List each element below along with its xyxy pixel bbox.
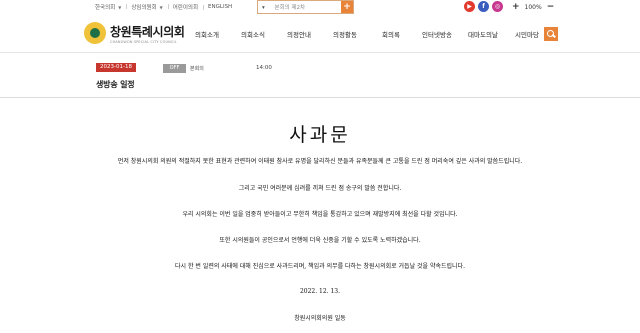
util-link-english[interactable]: ENGLISH bbox=[203, 4, 237, 10]
util-link-korea-council[interactable]: 한국의회 ▼ bbox=[90, 3, 126, 12]
util-link-standing-committee[interactable]: 상임의원회 ▼ bbox=[126, 3, 167, 11]
search-box: ▾ 본회의 제2차 + bbox=[257, 0, 354, 14]
apology-paragraph: 먼저 창원시의회 의원의 적절하지 못한 표현과 관련하여 이태원 참사로 유명… bbox=[117, 158, 523, 165]
util-link-label: 한국의회 bbox=[95, 5, 116, 11]
live-status-badge: OFF bbox=[163, 64, 186, 73]
search-placeholder: 본회의 제2차 bbox=[274, 5, 306, 11]
util-link-label: ENGLISH bbox=[208, 4, 233, 10]
nav-item-broadcast[interactable]: 인터넷방송 bbox=[414, 29, 460, 39]
facebook-icon[interactable]: f bbox=[478, 1, 489, 12]
zoom-level: 100% bbox=[524, 3, 542, 11]
util-link-label: 상임의원회 bbox=[131, 5, 157, 11]
nav-item-tsushima-day[interactable]: 대마도의날 bbox=[460, 29, 506, 39]
utility-bar: 한국의회 ▼ 상임의원회 ▼ 어린이의회 ENGLISH ▾ 본회의 제2차 +… bbox=[0, 0, 640, 14]
nav-item-minutes[interactable]: 회의록 bbox=[368, 29, 414, 39]
util-link-label: 어린이의회 bbox=[172, 5, 199, 11]
nav-item-about[interactable]: 의회소개 bbox=[184, 29, 230, 39]
site-name: 창원특례시의회 bbox=[110, 24, 185, 39]
search-button[interactable]: + bbox=[341, 1, 353, 13]
nav-item-citizens[interactable]: 시민마당 bbox=[506, 29, 548, 39]
apology-paragraph: 우리 시의회는 이번 일을 엄중히 받아들이고 무한히 책임을 통감하고 있으며… bbox=[182, 211, 458, 218]
zoom-control: + 100% − bbox=[512, 2, 554, 12]
live-session-name[interactable]: 본회의 bbox=[190, 65, 204, 72]
live-title: 생방송 일정 bbox=[96, 80, 135, 89]
chevron-down-icon: ▼ bbox=[118, 4, 122, 10]
apology-paragraph: 다시 한 번 일련의 사태에 대해 진심으로 사과드리며, 책임과 의무를 다하… bbox=[175, 263, 465, 270]
apology-date: 2022. 12. 13. bbox=[299, 288, 341, 295]
live-broadcast-bar: 2023-01-18 생방송 일정 OFF 본회의 14:00 bbox=[0, 53, 640, 97]
apology-statement: 사과문 먼저 창원시의회 의원의 적절하지 못한 표현과 관련하여 이태원 참사… bbox=[0, 98, 640, 333]
util-link-kids-council[interactable]: 어린이의회 bbox=[167, 3, 203, 11]
apology-paragraph: 또한 시의원들이 공인으로서 언행에 더욱 신중을 기할 수 있도록 노력하겠습… bbox=[219, 237, 421, 244]
live-date-badge: 2023-01-18 bbox=[96, 63, 136, 72]
search-scope-select[interactable]: ▾ bbox=[262, 5, 265, 11]
site-logo[interactable]: 창원특례시의회 CHANGWON SPECIAL CITY COUNCIL bbox=[84, 22, 185, 44]
nav-item-guide[interactable]: 의정안내 bbox=[276, 29, 322, 39]
apology-heading: 사과문 bbox=[289, 124, 351, 146]
zoom-in-button[interactable]: + bbox=[512, 2, 520, 12]
zoom-out-button[interactable]: − bbox=[547, 2, 555, 12]
sns-links: ▶ f ◎ bbox=[464, 1, 503, 12]
search-toggle-button[interactable] bbox=[544, 27, 558, 41]
council-emblem-icon bbox=[84, 22, 106, 44]
chevron-down-icon: ▼ bbox=[159, 4, 163, 10]
live-session-time: 14:00 bbox=[256, 65, 272, 71]
nav-item-activities[interactable]: 의정활동 bbox=[322, 29, 368, 39]
main-nav: 의회소개 의회소식 의정안내 의정활동 회의록 인터넷방송 대마도의날 시민마당 bbox=[184, 29, 548, 39]
site-name-en: CHANGWON SPECIAL CITY COUNCIL bbox=[110, 39, 177, 44]
youtube-icon[interactable]: ▶ bbox=[464, 1, 475, 12]
apology-signature: 창원시의회의원 일동 bbox=[294, 315, 346, 322]
nav-item-news[interactable]: 의회소식 bbox=[230, 29, 276, 39]
apology-paragraph: 그리고 국민 여러분께 심려를 끼쳐 드린 점 송구의 말씀 전합니다. bbox=[238, 185, 402, 192]
utility-links: 한국의회 ▼ 상임의원회 ▼ 어린이의회 ENGLISH bbox=[90, 3, 237, 11]
search-input[interactable]: ▾ 본회의 제2차 bbox=[258, 3, 341, 11]
instagram-icon[interactable]: ◎ bbox=[492, 1, 503, 12]
